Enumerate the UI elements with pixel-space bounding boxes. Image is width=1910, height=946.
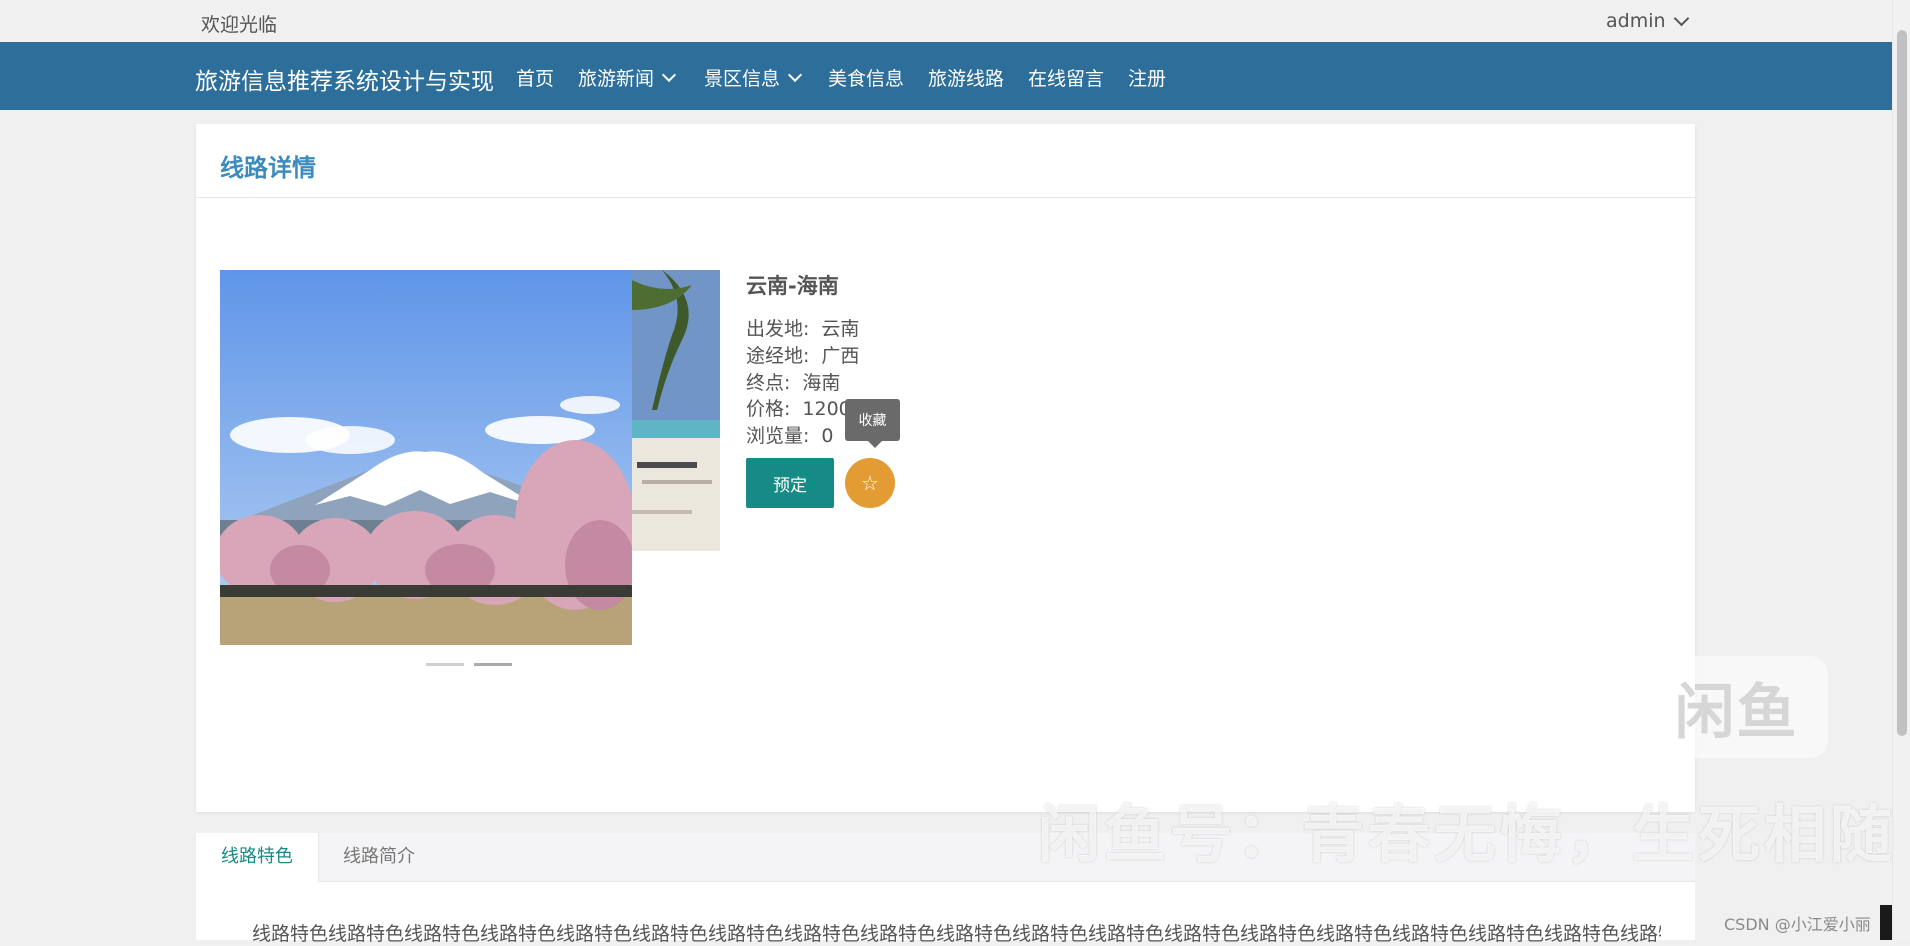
field-value: 0	[821, 425, 834, 447]
field-label: 途经地:	[746, 345, 810, 367]
field-label: 价格:	[746, 398, 791, 420]
site-brand[interactable]: 旅游信息推荐系统设计与实现	[195, 62, 494, 96]
nav-food-info[interactable]: 美食信息	[828, 64, 904, 91]
welcome-text: 欢迎光临	[201, 14, 278, 36]
nav-travel-routes[interactable]: 旅游线路	[928, 64, 1004, 91]
carousel-dot[interactable]	[474, 663, 512, 666]
user-menu[interactable]: admin	[1606, 10, 1689, 32]
field-label: 出发地:	[746, 318, 810, 340]
page-title: 线路详情	[220, 154, 316, 182]
book-button[interactable]: 预定	[746, 458, 834, 508]
field-departure: 出发地: 云南	[746, 314, 859, 341]
nav-label: 首页	[516, 68, 555, 90]
watermark-logo-text: 闲鱼	[1674, 677, 1799, 748]
tab-route-features[interactable]: 线路特色	[196, 833, 319, 882]
carousel-dot[interactable]	[426, 663, 464, 666]
field-price: 价格: 1200	[746, 394, 851, 421]
chevron-down-icon	[1673, 10, 1689, 26]
tab-content-text: 线路特色线路特色线路特色线路特色线路特色线路特色线路特色线路特色线路特色线路特色…	[252, 923, 1661, 945]
csdn-watermark: CSDN @小江爱小丽	[1724, 915, 1871, 934]
field-value: 广西	[821, 345, 860, 367]
carousel-indicators	[426, 663, 512, 666]
field-value: 云南	[821, 318, 860, 340]
field-value: 1200	[802, 398, 851, 420]
field-value: 海南	[802, 372, 841, 394]
carousel-image-beach	[632, 270, 720, 551]
nav-label: 在线留言	[1028, 68, 1105, 90]
field-views: 浏览量: 0	[746, 421, 834, 448]
nav-travel-news[interactable]: 旅游新闻	[578, 64, 677, 91]
tab-route-intro[interactable]: 线路简介	[318, 833, 440, 881]
nav-online-message[interactable]: 在线留言	[1028, 64, 1104, 91]
route-detail-card: 线路详情 云南-海南 出发地: 云南 途经地: 广西 终点: 海南 价格: 12…	[196, 124, 1695, 812]
field-label: 终点:	[746, 372, 791, 394]
carousel-image-mount-fuji	[220, 270, 632, 645]
field-via: 途经地: 广西	[746, 341, 859, 368]
nav-label: 美食信息	[828, 68, 905, 90]
trip-name: 云南-海南	[746, 274, 839, 298]
field-label: 浏览量:	[746, 425, 810, 447]
favorite-tooltip: 收藏	[845, 399, 900, 448]
nav-scenic-info[interactable]: 景区信息	[704, 64, 803, 91]
username: admin	[1606, 10, 1666, 32]
nav-label: 旅游线路	[928, 68, 1005, 90]
nav-label: 景区信息	[704, 68, 781, 90]
field-destination: 终点: 海南	[746, 368, 840, 395]
nav-home[interactable]: 首页	[516, 64, 554, 91]
star-icon: ☆	[861, 472, 879, 495]
top-bar: 欢迎光临 admin	[0, 0, 1892, 43]
chevron-down-icon	[787, 67, 803, 82]
card-header: 线路详情	[196, 124, 1695, 198]
scrollbar-thumb[interactable]	[1897, 30, 1907, 736]
nav-register[interactable]: 注册	[1128, 64, 1166, 91]
main-navbar: 旅游信息推荐系统设计与实现 首页 旅游新闻 景区信息 美食信息 旅游线路 在线留…	[0, 42, 1892, 110]
nav-label: 注册	[1128, 68, 1167, 90]
watermark-text: 闲鱼号：青春无悔，生死相随	[1038, 798, 1897, 871]
favorite-button[interactable]: ☆	[845, 458, 895, 508]
image-carousel[interactable]	[220, 270, 720, 645]
watermark-logo: 闲鱼	[1645, 656, 1828, 758]
corner-marker	[1880, 905, 1892, 940]
nav-label: 旅游新闻	[578, 68, 655, 90]
chevron-down-icon	[661, 67, 677, 82]
